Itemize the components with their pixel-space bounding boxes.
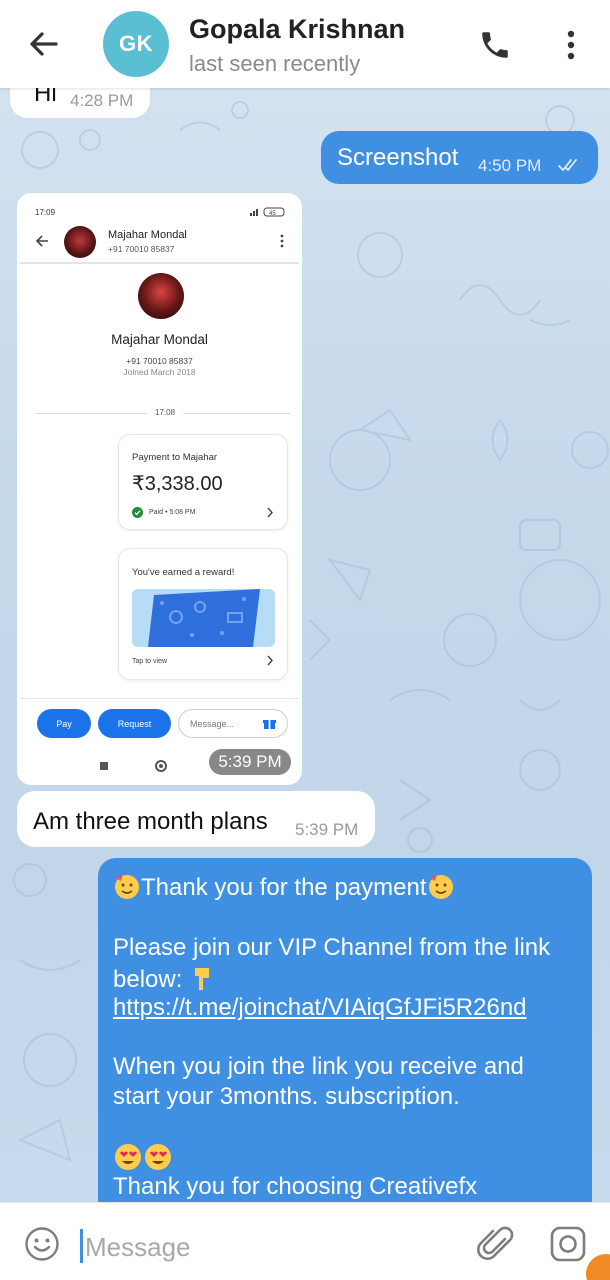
text-cursor — [80, 1229, 83, 1263]
message-text: start your 3months. subscription. — [113, 1083, 460, 1110]
pointing-down-emoji-icon — [195, 968, 210, 990]
payment-title: Payment to Majahar — [132, 452, 218, 463]
avatar[interactable]: GK — [103, 11, 169, 77]
screenshot-back-icon — [35, 235, 48, 247]
screenshot-contact-name: Majahar Mondal — [108, 229, 187, 241]
chevron-right-icon — [267, 655, 273, 666]
contact-name[interactable]: Gopala Krishnan — [189, 14, 405, 45]
partying-face-emoji-icon — [428, 874, 453, 899]
camera-icon[interactable] — [549, 1225, 587, 1263]
message-line: Thank you for the payment — [113, 872, 455, 902]
screenshot-pay-button: Pay — [37, 709, 91, 738]
reward-card: You've earned a reward! Tap to view — [118, 548, 288, 680]
message-text: Please join our VIP Channel from the lin… — [113, 934, 551, 961]
contact-status: last seen recently — [189, 51, 361, 76]
signal-battery-icon: 45 — [250, 207, 285, 217]
attach-paperclip-icon[interactable] — [476, 1223, 514, 1263]
screenshot-divider — [20, 262, 299, 264]
screenshot-profile-phone: +91 70010 85837 — [126, 356, 193, 366]
message-line: below: — [113, 964, 213, 994]
screenshot-message-placeholder: Message... — [190, 718, 235, 729]
double-check-icon — [558, 159, 577, 171]
message-bubble-outgoing[interactable]: Thank you for the payment Please join ou… — [98, 858, 592, 1218]
message-line — [113, 1142, 173, 1174]
svg-text:45: 45 — [269, 211, 276, 217]
more-vert-icon[interactable] — [560, 28, 582, 62]
message-time: 4:28 PM — [70, 91, 134, 110]
payment-card: Payment to Majahar ₹3,338.00 Paid • 5:08… — [118, 434, 288, 530]
screenshot-status-time: 17:09 — [35, 208, 56, 217]
message-text: Am three month plans — [33, 808, 268, 835]
partying-face-emoji-icon — [115, 874, 139, 899]
screenshot-contact-phone: +91 70010 85837 — [108, 244, 175, 254]
image-message[interactable]: 17:09 45 Majahar Mondal +91 70010 85837 … — [17, 193, 302, 785]
message-time: 5:39 PM — [295, 820, 359, 839]
back-arrow-icon[interactable] — [22, 26, 66, 62]
heart-eyes-emoji-icon — [145, 1144, 171, 1170]
phone-icon[interactable] — [478, 28, 512, 62]
chevron-right-icon — [267, 507, 273, 518]
payment-screenshot[interactable]: 17:09 45 Majahar Mondal +91 70010 85837 … — [20, 196, 299, 782]
message-time: 4:50 PM — [478, 156, 542, 175]
message-bubble-incoming[interactable]: Am three month plans 5:39 PM — [17, 791, 375, 847]
chat-header: GK Gopala Krishnan last seen recently — [0, 0, 610, 88]
message-text: Thank you for choosing Creativefx — [113, 1173, 478, 1200]
message-time: 5:39 PM — [209, 749, 291, 775]
screenshot-avatar-small — [64, 226, 96, 258]
message-text: below: — [113, 966, 190, 993]
emoji-icon[interactable] — [24, 1226, 60, 1262]
payment-status: Paid • 5:08 PM — [149, 509, 196, 516]
screenshot-message-field: Message... — [178, 709, 288, 738]
message-text: Screenshot — [337, 144, 459, 171]
screenshot-bottom-divider — [20, 698, 299, 699]
screenshot-avatar-large — [138, 273, 184, 319]
message-input-bar — [0, 1202, 610, 1280]
check-circle-icon — [132, 507, 143, 518]
message-text: When you join the link you receive and — [113, 1053, 524, 1080]
screenshot-request-button: Request — [98, 709, 171, 738]
screenshot-joined: Joined March 2018 — [123, 367, 196, 377]
message-bubble-outgoing[interactable]: Screenshot 4:50 PM — [321, 131, 598, 184]
vip-channel-link[interactable]: https://t.me/joinchat/VIAiqGfJFi5R26nd — [113, 994, 527, 1022]
payment-amount: ₹3,338.00 — [132, 473, 223, 495]
screenshot-timeline: 17:08 — [35, 408, 290, 420]
message-input[interactable] — [85, 1229, 445, 1265]
heart-eyes-emoji-icon — [115, 1144, 141, 1170]
screenshot-nav-home-icon — [155, 760, 167, 772]
screenshot-more-icon — [280, 234, 284, 248]
screenshot-profile-name: Majahar Mondal — [111, 332, 208, 347]
reward-title: You've earned a reward! — [132, 567, 235, 578]
gift-icon — [263, 720, 276, 729]
timeline-time: 17:08 — [147, 408, 184, 417]
reward-scratch-card-image — [132, 589, 275, 647]
reward-action: Tap to view — [132, 658, 168, 665]
screenshot-nav-recents-icon — [100, 762, 108, 770]
message-text: Thank you for the payment — [141, 874, 427, 901]
